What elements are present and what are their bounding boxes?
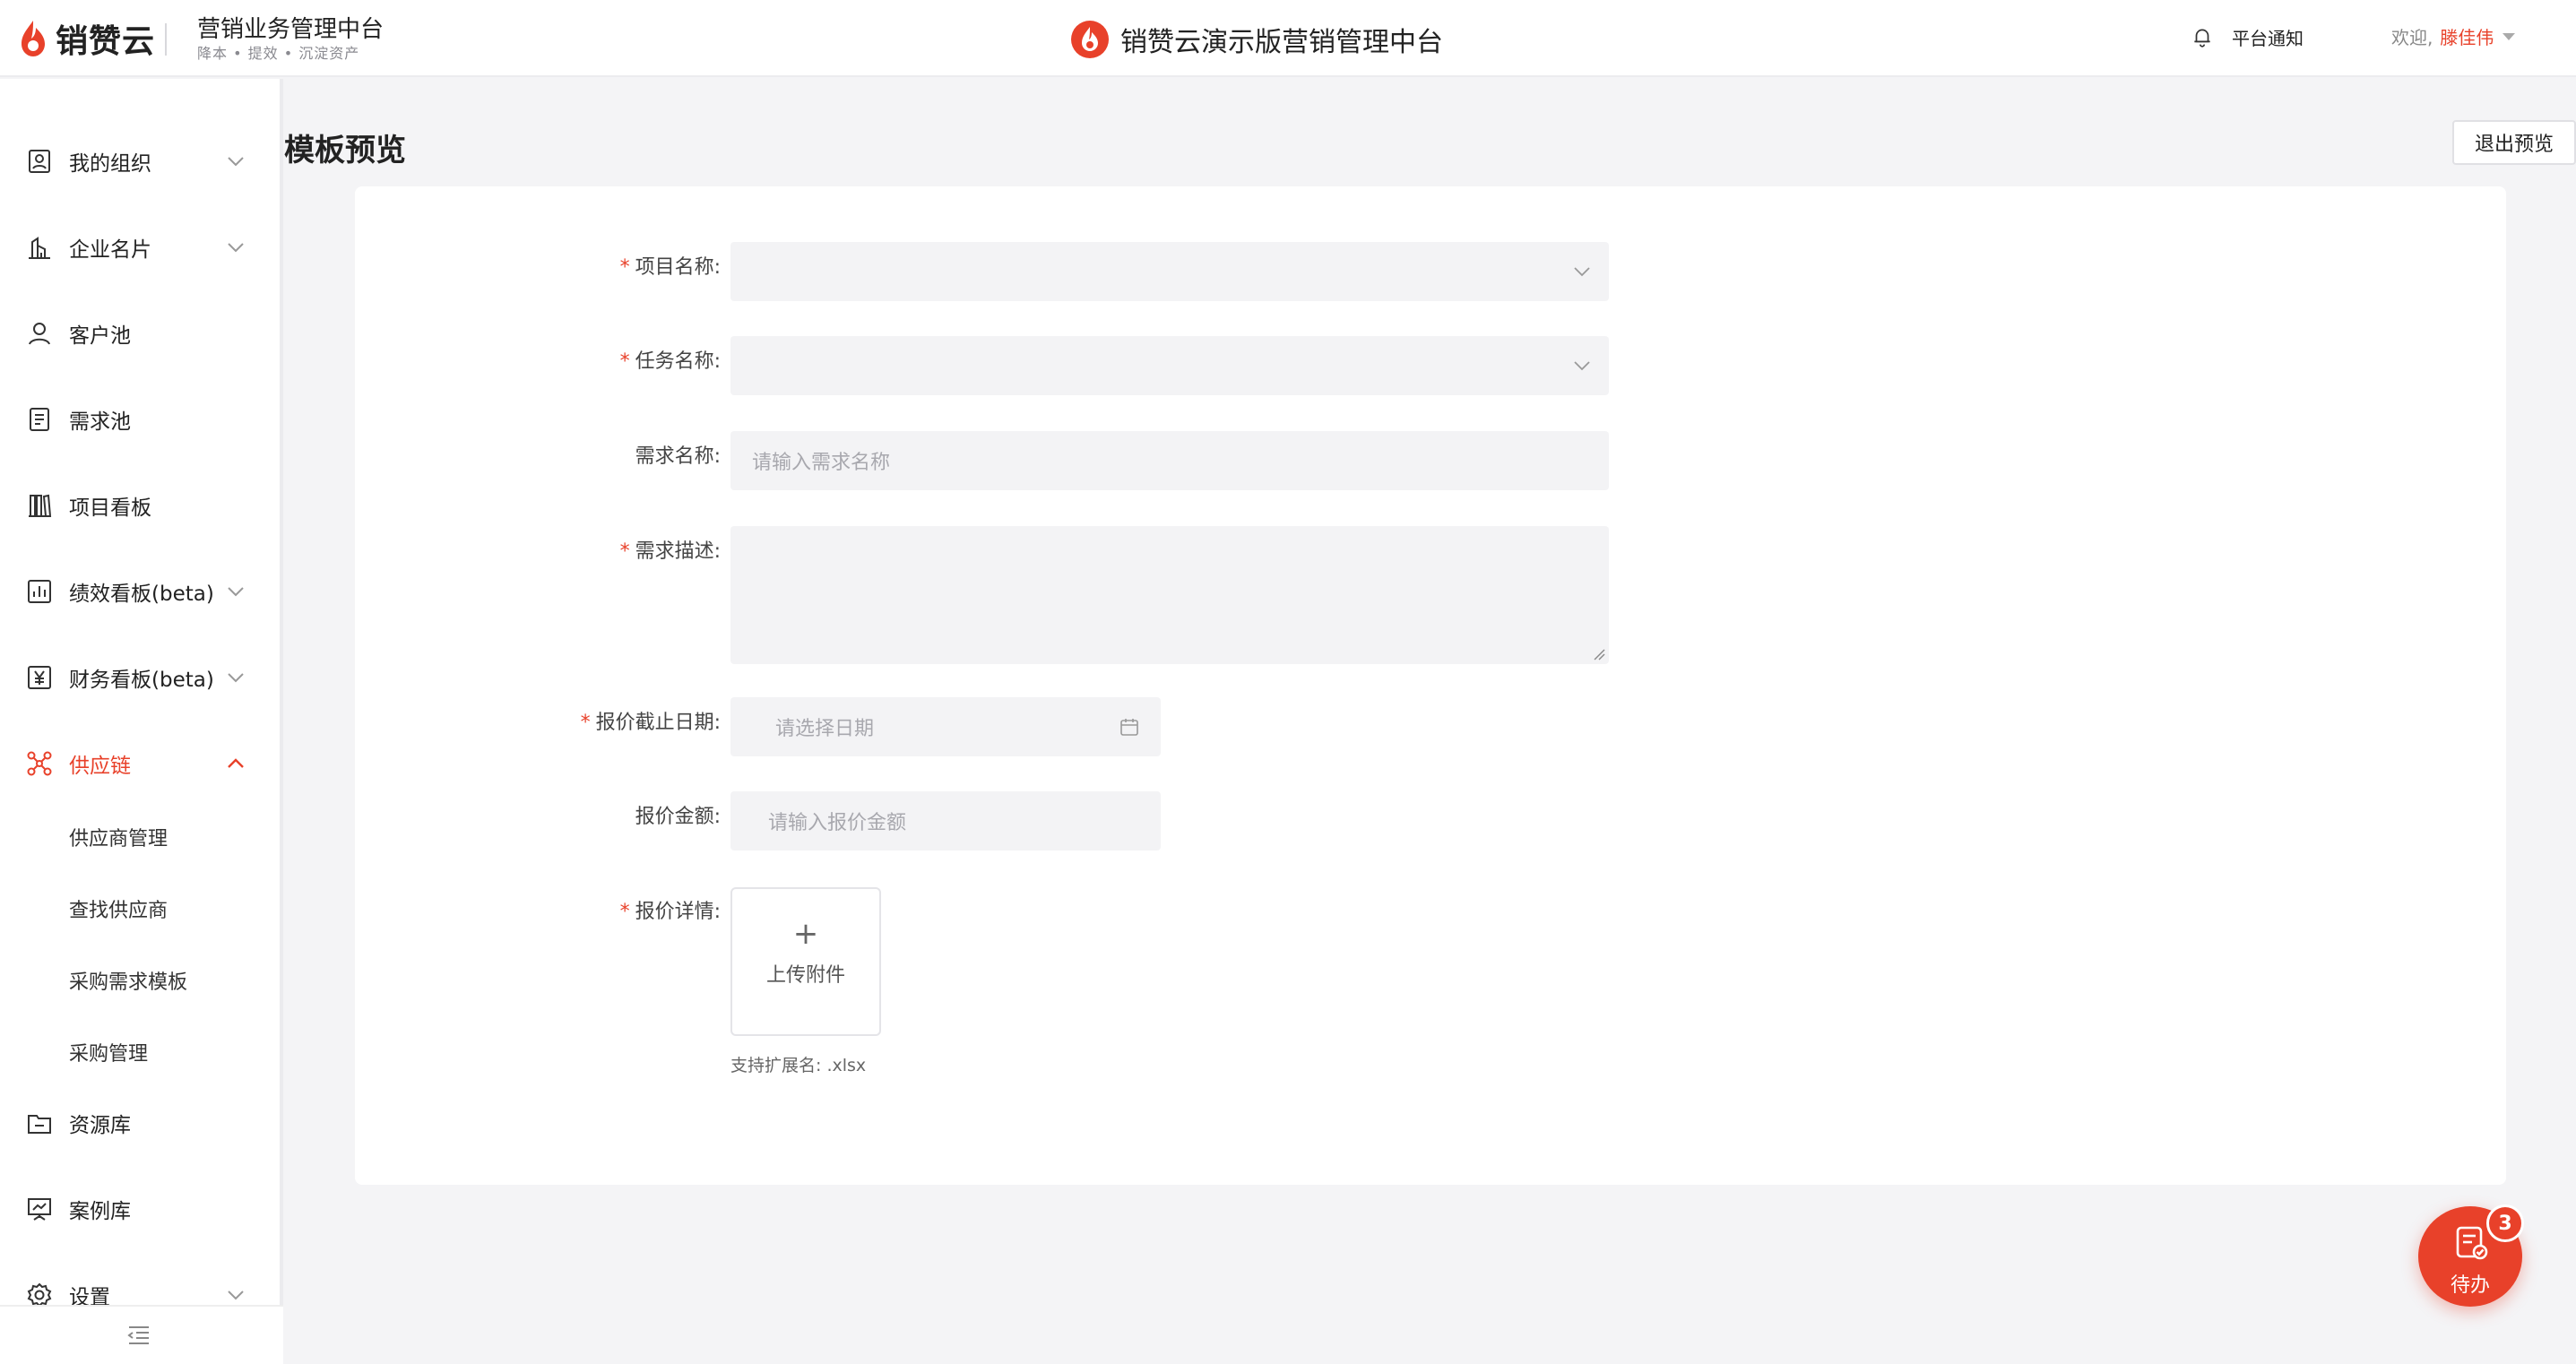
todo-label: 待办	[2450, 1274, 2490, 1297]
brand-name: 销赞云	[56, 23, 156, 60]
notify-label: 平台通知	[2232, 27, 2304, 49]
yen-icon	[28, 666, 51, 689]
deadline-date-picker[interactable]: 请选择日期	[730, 697, 1161, 756]
logo-divider	[165, 23, 167, 56]
project-name-label: * 项目名称:	[619, 256, 721, 279]
sidebar-divider	[280, 79, 283, 1364]
upload-label: 上传附件	[765, 964, 845, 987]
upload-attachment-button[interactable]: + 上传附件	[730, 887, 881, 1036]
document-icon	[30, 408, 49, 431]
flame-logo-icon	[22, 21, 45, 56]
top-header: 销赞云 营销业务管理中台 降本 • 提效 • 沉淀资产 销赞云演示版营销管理中台…	[0, 0, 2576, 77]
sidebar-subitem-supplier-management[interactable]: 供应商管理	[69, 823, 168, 851]
system-title: 营销业务管理中台	[197, 16, 385, 43]
todo-count-badge: 3	[2486, 1204, 2524, 1242]
sidebar-item-demand-pool[interactable]: 需求池	[0, 379, 280, 460]
chevron-down-icon	[1574, 361, 1590, 371]
building-icon	[29, 237, 50, 259]
upload-hint: 支持扩展名: .xlsx	[730, 1056, 867, 1075]
sidebar-item-label: 财务看板(beta)	[69, 669, 214, 692]
task-name-label: * 任务名称:	[619, 350, 721, 373]
sidebar-subitem-purchase-management[interactable]: 采购管理	[69, 1038, 148, 1066]
collapse-menu-icon	[127, 1326, 149, 1344]
chevron-down-icon	[228, 673, 244, 683]
chevron-down-icon	[1574, 267, 1590, 277]
kanban-icon	[29, 494, 52, 517]
deadline-label: * 报价截止日期:	[580, 712, 721, 734]
welcome-label: 欢迎,	[2391, 27, 2433, 48]
resize-grip-icon[interactable]	[1593, 648, 1605, 660]
sidebar-item-label: 我的组织	[69, 152, 151, 176]
todo-float-button[interactable]: 待办 3	[2418, 1204, 2524, 1307]
amount-placeholder: 请输入报价金额	[768, 812, 907, 834]
presentation-icon	[28, 1198, 51, 1221]
page-title: 模板预览	[284, 133, 406, 168]
sidebar-item-label: 客户池	[69, 324, 131, 348]
demand-desc-textarea[interactable]	[730, 526, 1609, 664]
deadline-placeholder: 请选择日期	[775, 718, 875, 740]
project-name-select[interactable]	[730, 242, 1609, 301]
bell-icon	[2194, 29, 2210, 47]
task-name-select[interactable]	[730, 336, 1609, 395]
sidebar-item-project-board[interactable]: 项目看板	[0, 465, 280, 546]
chevron-down-icon	[228, 587, 244, 597]
sidebar-subitem-purchase-template[interactable]: 采购需求模板	[69, 966, 187, 995]
demand-desc-label: * 需求描述:	[619, 540, 721, 563]
org-icon	[29, 150, 50, 173]
todo-clipboard-icon	[2456, 1226, 2488, 1260]
chevron-down-icon	[228, 243, 244, 253]
sidebar-item-company-card[interactable]: 企业名片	[0, 207, 280, 288]
system-subtitle: 降本 • 提效 • 沉淀资产	[197, 45, 360, 62]
chevron-down-icon	[228, 1291, 244, 1300]
sidebar-item-label: 案例库	[69, 1200, 131, 1223]
sidebar-item-supply-chain[interactable]: 供应链	[0, 723, 280, 804]
chart-icon	[28, 580, 51, 603]
amount-label: 报价金额:	[635, 806, 721, 828]
user-icon	[29, 323, 50, 345]
sidebar-item-finance-board[interactable]: 财务看板(beta)	[0, 637, 280, 718]
calendar-icon	[1120, 719, 1138, 736]
user-menu[interactable]: 欢迎, 滕佳伟	[2391, 23, 2516, 49]
sidebar-item-performance-board[interactable]: 绩效看板(beta)	[0, 551, 280, 632]
plus-icon: +	[792, 916, 819, 952]
sidebar-item-label: 企业名片	[69, 238, 151, 262]
center-title-text: 销赞云演示版营销管理中台	[1120, 27, 1443, 58]
sidebar-item-case-library[interactable]: 案例库	[0, 1169, 280, 1249]
center-title: 销赞云演示版营销管理中台	[1070, 18, 1443, 61]
detail-label: * 报价详情:	[619, 901, 721, 923]
sidebar: 我的组织 企业名片 客户池 需求池 项目看板 绩效看板(beta) 财务看板(b…	[0, 79, 280, 1364]
sidebar-collapse-button[interactable]	[0, 1305, 283, 1364]
sidebar-item-org[interactable]: 我的组织	[0, 121, 280, 202]
sidebar-item-label: 资源库	[69, 1114, 131, 1137]
sidebar-subitem-find-supplier[interactable]: 查找供应商	[69, 894, 168, 923]
sidebar-item-label: 需求池	[69, 410, 131, 434]
sidebar-item-label: 绩效看板(beta)	[69, 583, 214, 606]
chevron-up-icon	[228, 758, 244, 768]
sidebar-item-label: 项目看板	[69, 496, 151, 520]
user-name: 滕佳伟	[2440, 27, 2494, 48]
sidebar-item-resource-library[interactable]: 资源库	[0, 1083, 280, 1163]
demand-name-input[interactable]: 请输入需求名称	[730, 431, 1609, 490]
folder-icon	[28, 1115, 51, 1134]
caret-down-icon	[2503, 32, 2516, 40]
platform-notify[interactable]: 平台通知	[2191, 22, 2304, 52]
brand-logo[interactable]: 销赞云	[18, 18, 156, 60]
flame-logo-icon	[1071, 21, 1109, 58]
amount-input[interactable]: 请输入报价金额	[730, 791, 1161, 850]
sidebar-item-label: 供应链	[69, 755, 131, 778]
exit-preview-button[interactable]: 退出预览	[2452, 120, 2576, 165]
demand-name-label: 需求名称:	[635, 445, 721, 468]
supply-chain-icon	[27, 751, 52, 776]
sidebar-item-customer-pool[interactable]: 客户池	[0, 293, 280, 374]
chevron-down-icon	[228, 157, 244, 167]
demand-name-placeholder: 请输入需求名称	[752, 452, 891, 474]
